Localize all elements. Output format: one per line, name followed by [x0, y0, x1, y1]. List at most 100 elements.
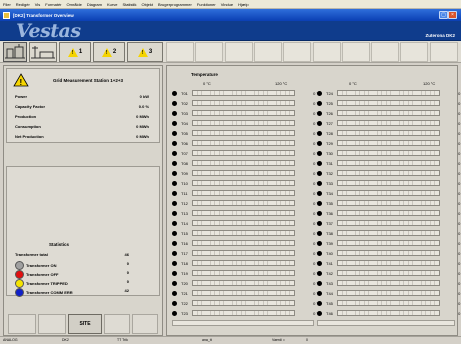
menu-item[interactable]: Områlde [67, 2, 82, 7]
alarm-group-3-button[interactable]: 3 [127, 42, 163, 62]
temperature-row[interactable]: T150 °C [172, 229, 321, 237]
temperature-row[interactable]: T100 °C [172, 179, 321, 187]
temperature-row[interactable]: T32 0 °C [317, 169, 461, 177]
menu-item[interactable]: Kurve [107, 2, 117, 7]
menu-item[interactable]: Redigér [16, 2, 30, 7]
temperature-row[interactable]: T42 0 °C [317, 269, 461, 277]
temperature-row[interactable]: T34 0 °C [317, 189, 461, 197]
grid-station-button[interactable] [29, 42, 57, 62]
close-button[interactable]: × [448, 11, 457, 19]
status-dot-icon [317, 270, 322, 276]
status-dot-icon [172, 120, 177, 126]
temperature-row[interactable]: T130 °C [172, 209, 321, 217]
temperature-row[interactable]: T040 °C [172, 119, 321, 127]
temperature-row[interactable]: T37 0 °C [317, 219, 461, 227]
statistics-box: Statistics Transformer total 46 Transfor… [6, 166, 160, 297]
status-dot-icon [172, 250, 177, 256]
station-row: Consumption 0 MWh [15, 124, 149, 131]
temperature-row[interactable]: T140 °C [172, 219, 321, 227]
temperature-row[interactable]: T27 0 °C [317, 119, 461, 127]
status-dot-icon [172, 170, 177, 176]
temperature-row[interactable]: T38 0 °C [317, 229, 461, 237]
temperature-row[interactable]: T020 °C [172, 99, 321, 107]
temperature-bar [192, 160, 295, 166]
temperature-row[interactable]: T070 °C [172, 149, 321, 157]
temperature-row[interactable]: T39 0 °C [317, 239, 461, 247]
temperature-row[interactable]: T44 0 °C [317, 289, 461, 297]
empty-bar [172, 320, 314, 326]
temperature-row[interactable]: T010 °C [172, 89, 321, 97]
temperature-row[interactable]: T35 0 °C [317, 199, 461, 207]
status-dot-icon [317, 280, 322, 286]
menu-item[interactable]: Formatér [45, 2, 61, 7]
status-dot-icon [172, 100, 177, 106]
menu-item[interactable]: Statistik [122, 2, 136, 7]
temperature-row[interactable]: T33 0 °C [317, 179, 461, 187]
empty-toolbar-slot [283, 42, 312, 62]
menu-item[interactable]: Objekt [141, 2, 153, 7]
temperature-row[interactable]: T080 °C [172, 159, 321, 167]
temperature-row[interactable]: T45 0 °C [317, 299, 461, 307]
temperature-row[interactable]: T40 0 °C [317, 249, 461, 257]
transformer-overview-button[interactable] [3, 42, 27, 62]
station-panel: ! Grid Measurement Station 1+2+3 Power 0 … [3, 65, 163, 336]
menu-item[interactable]: Hjælp [238, 2, 248, 7]
menu-item[interactable]: Vindue [221, 2, 233, 7]
temperature-row[interactable]: T190 °C [172, 269, 321, 277]
transformer-label: T29 [326, 140, 333, 146]
temperature-row[interactable]: T220 °C [172, 299, 321, 307]
transformer-label: T42 [326, 270, 333, 276]
menu-item[interactable]: Filer [3, 2, 11, 7]
left-scale-max: 120 °C [275, 81, 288, 86]
temperature-title: Temperature [191, 72, 218, 77]
temperature-row[interactable]: T030 °C [172, 109, 321, 117]
temperature-row[interactable]: T210 °C [172, 289, 321, 297]
transformer-label: T37 [326, 220, 333, 226]
temperature-row[interactable]: T060 °C [172, 139, 321, 147]
site-button[interactable]: SITE [68, 314, 102, 334]
temperature-row[interactable]: T30 0 °C [317, 149, 461, 157]
station-row-value: 0 kW [139, 94, 149, 99]
temperature-row[interactable]: T31 0 °C [317, 159, 461, 167]
temperature-row[interactable]: T120 °C [172, 199, 321, 207]
menu-item[interactable]: Diagram [87, 2, 102, 7]
temperature-bar [192, 260, 295, 266]
temperature-row[interactable]: T230 °C [172, 309, 321, 317]
temperature-row[interactable]: T28 0 °C [317, 129, 461, 137]
temperature-row[interactable]: T26 0 °C [317, 109, 461, 117]
temperature-row[interactable]: T050 °C [172, 129, 321, 137]
alarm-group-2-button[interactable]: 2 [93, 42, 125, 62]
temperature-row[interactable]: T200 °C [172, 279, 321, 287]
temperature-row[interactable]: T43 0 °C [317, 279, 461, 287]
menu-item[interactable]: Funktioner [197, 2, 216, 7]
restore-button[interactable]: ▢ [439, 11, 448, 19]
warning-icon: ! [13, 73, 29, 87]
temperature-row[interactable]: T090 °C [172, 169, 321, 177]
temperature-row[interactable]: T25 0 °C [317, 99, 461, 107]
temperature-row[interactable]: T46 0 °C [317, 309, 461, 317]
temperature-bar [337, 190, 440, 196]
temperature-row[interactable]: T41 0 °C [317, 259, 461, 267]
status-bar: ANALOG DK2 TT Trik ana_tt Vaerdi = 0 [0, 336, 461, 344]
menu-item[interactable]: Vis [35, 2, 40, 7]
alarm-group-1-button[interactable]: 1 [59, 42, 91, 62]
temperature-row[interactable]: T180 °C [172, 259, 321, 267]
temperature-row[interactable]: T110 °C [172, 189, 321, 197]
empty-toolbar-slot [195, 42, 224, 62]
menu-item[interactable]: Brugerprogrammer [158, 2, 192, 7]
temperature-row[interactable]: T24 0 °C [317, 89, 461, 97]
temperature-row[interactable]: T170 °C [172, 249, 321, 257]
transformer-label: T14 [181, 220, 188, 226]
empty-slot [38, 314, 66, 334]
status-circle-icon [15, 261, 24, 270]
right-scale-max: 120 °C [423, 81, 436, 86]
temperature-row[interactable]: T36 0 °C [317, 209, 461, 217]
statistics-row-left: Transformer TRIPPED [15, 279, 68, 288]
empty-toolbar-slot [224, 42, 253, 62]
transformer-label: T06 [181, 140, 188, 146]
temperature-value: 0 °C [458, 150, 461, 156]
temperature-row[interactable]: T160 °C [172, 239, 321, 247]
temperature-bar [337, 130, 440, 136]
temperature-row[interactable]: T29 0 °C [317, 139, 461, 147]
transformer-station-icon [5, 44, 25, 59]
